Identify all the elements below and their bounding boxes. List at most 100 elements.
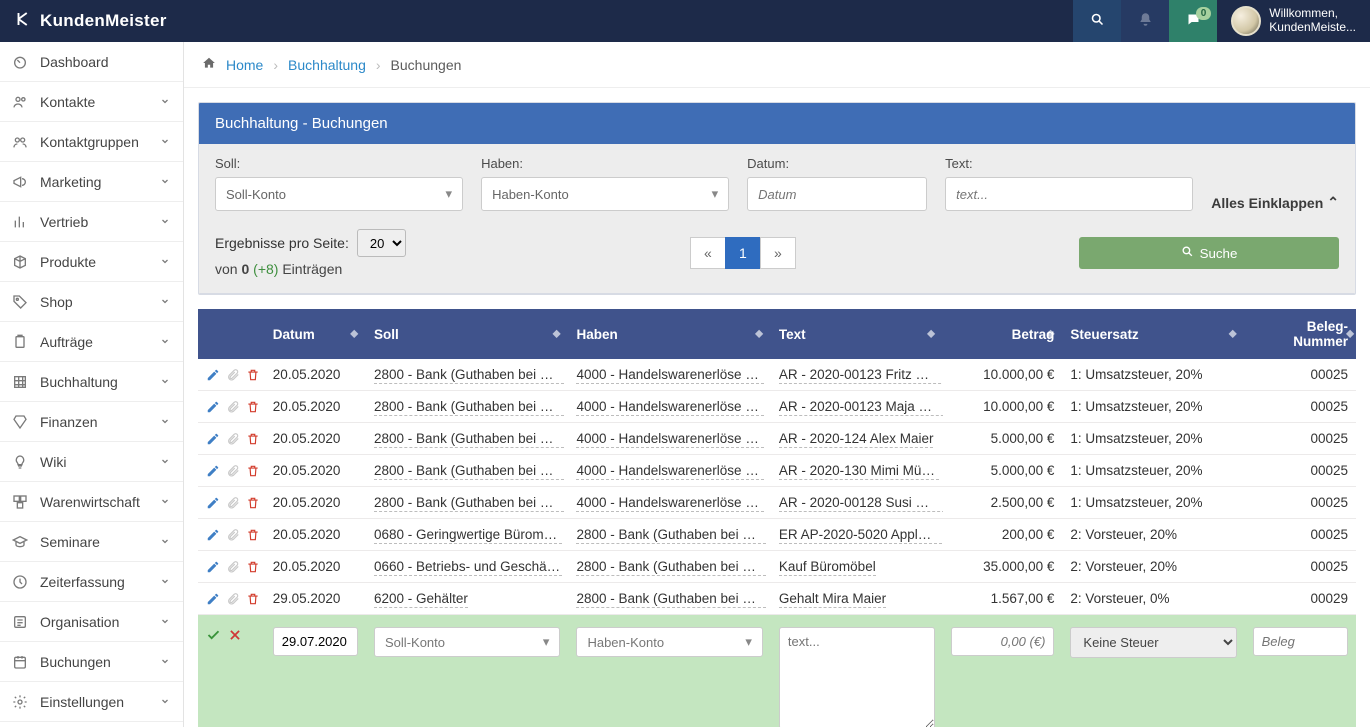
chevron-down-icon <box>159 334 171 350</box>
datum-input[interactable] <box>747 177 927 211</box>
sidebar-item-marketing[interactable]: Marketing <box>0 162 183 202</box>
col-datum[interactable]: Datum◆ <box>265 309 366 359</box>
sidebar-item-label: Aufträge <box>40 334 149 350</box>
sidebar-item-organisation[interactable]: Organisation <box>0 602 183 642</box>
perpage-select[interactable]: 20 <box>357 229 406 257</box>
edit-row-button[interactable] <box>206 495 220 510</box>
sidebar-item-kontakte[interactable]: Kontakte <box>0 82 183 122</box>
edit-haben-select[interactable]: Haben-Konto▾ <box>576 627 762 657</box>
sidebar-item-zeiterfassung[interactable]: Zeiterfassung <box>0 562 183 602</box>
messages-button[interactable]: 0 <box>1169 0 1217 42</box>
attach-row-button[interactable] <box>226 367 240 382</box>
edit-date-input[interactable] <box>273 627 358 656</box>
delete-row-button[interactable] <box>246 559 260 574</box>
edit-row-button[interactable] <box>206 559 220 574</box>
col-haben[interactable]: Haben◆ <box>568 309 770 359</box>
sidebar-item-label: Warenwirtschaft <box>40 494 149 510</box>
col-steuersatz[interactable]: Steuersatz◆ <box>1062 309 1244 359</box>
sidebar-item-kontaktgruppen[interactable]: Kontaktgruppen <box>0 122 183 162</box>
attach-row-button[interactable] <box>226 559 240 574</box>
sidebar-item-vertrieb[interactable]: Vertrieb <box>0 202 183 242</box>
sidebar-item-finanzen[interactable]: Finanzen <box>0 402 183 442</box>
cell-steuersatz: 2: Vorsteuer, 20% <box>1062 519 1244 551</box>
text-input[interactable] <box>945 177 1193 211</box>
delete-row-button[interactable] <box>246 527 260 542</box>
search-button[interactable]: Suche <box>1079 237 1339 269</box>
attach-row-button[interactable] <box>226 463 240 478</box>
diamond-icon <box>12 414 30 430</box>
sidebar-item-einstellungen[interactable]: Einstellungen <box>0 682 183 722</box>
col-text[interactable]: Text◆ <box>771 309 943 359</box>
cell-betrag: 1.567,00 € <box>943 583 1062 615</box>
delete-row-button[interactable] <box>246 591 260 606</box>
haben-select[interactable]: Haben-Konto ▾ <box>481 177 729 211</box>
avatar[interactable] <box>1231 6 1261 36</box>
cell-haben: 4000 - Handelswarenerlöse 2... <box>568 359 770 391</box>
sidebar-item-buchhaltung[interactable]: Buchhaltung <box>0 362 183 402</box>
edit-soll-select[interactable]: Soll-Konto▾ <box>374 627 560 657</box>
cancel-button[interactable] <box>227 627 242 642</box>
delete-row-button[interactable] <box>246 495 260 510</box>
delete-row-button[interactable] <box>246 431 260 446</box>
confirm-button[interactable] <box>206 627 221 642</box>
sidebar-item-warenwirtschaft[interactable]: Warenwirtschaft <box>0 482 183 522</box>
attach-row-button[interactable] <box>226 431 240 446</box>
crumb-home[interactable]: Home <box>226 57 263 73</box>
crumb-section[interactable]: Buchhaltung <box>288 57 366 73</box>
chevron-down-icon <box>159 614 171 630</box>
sidebar-item-produkte[interactable]: Produkte <box>0 242 183 282</box>
table-row: 20.05.20200680 - Geringwertige Büroma...… <box>198 519 1356 551</box>
pager-prev[interactable]: « <box>690 237 726 269</box>
sidebar-item-seminare[interactable]: Seminare <box>0 522 183 562</box>
calendar-icon <box>12 654 30 670</box>
delete-row-button[interactable] <box>246 463 260 478</box>
edit-row-button[interactable] <box>206 463 220 478</box>
attach-row-button[interactable] <box>226 495 240 510</box>
cell-beleg: 00025 <box>1245 359 1356 391</box>
edit-row-button[interactable] <box>206 367 220 382</box>
edit-text-textarea[interactable] <box>779 627 935 727</box>
notifications-button[interactable] <box>1121 0 1169 42</box>
sidebar-item-dashboard[interactable]: Dashboard <box>0 42 183 82</box>
delete-row-button[interactable] <box>246 399 260 414</box>
cell-datum: 20.05.2020 <box>265 391 366 423</box>
haben-label: Haben: <box>481 156 729 171</box>
breadcrumb: Home › Buchhaltung › Buchungen <box>184 42 1370 88</box>
sort-icon: ◆ <box>927 329 935 340</box>
cell-steuersatz: 2: Vorsteuer, 0% <box>1062 583 1244 615</box>
col-betrag[interactable]: Betrag◆ <box>943 309 1062 359</box>
sidebar-item-buchungen[interactable]: Buchungen <box>0 642 183 682</box>
chevron-right-icon: › <box>273 57 278 73</box>
collapse-all-toggle[interactable]: Alles Einklappen ⌃ <box>1211 192 1339 211</box>
pager-page-1[interactable]: 1 <box>725 237 761 269</box>
attach-row-button[interactable] <box>226 527 240 542</box>
brand-logo-icon <box>14 10 32 33</box>
sidebar-item-wiki[interactable]: Wiki <box>0 442 183 482</box>
soll-select[interactable]: Soll-Konto ▾ <box>215 177 463 211</box>
attach-row-button[interactable] <box>226 591 240 606</box>
brand[interactable]: KundenMeister <box>0 10 181 33</box>
sidebar-item-aufträge[interactable]: Aufträge <box>0 322 183 362</box>
sidebar-item-label: Buchhaltung <box>40 374 149 390</box>
edit-row-button[interactable] <box>206 431 220 446</box>
cell-beleg: 00025 <box>1245 455 1356 487</box>
edit-row-button[interactable] <box>206 399 220 414</box>
edit-amount-input[interactable] <box>951 627 1054 656</box>
clipboard-icon <box>12 334 30 350</box>
chevron-down-icon <box>159 494 171 510</box>
col-beleg[interactable]: Beleg-Nummer◆ <box>1245 309 1356 359</box>
cell-beleg: 00025 <box>1245 487 1356 519</box>
cell-text: AR - 2020-00123 Maja Bee... <box>771 391 943 423</box>
edit-row-button[interactable] <box>206 591 220 606</box>
graduation-icon <box>12 534 30 550</box>
global-search-button[interactable] <box>1073 0 1121 42</box>
edit-tax-select[interactable]: Keine Steuer <box>1070 627 1236 658</box>
delete-row-button[interactable] <box>246 367 260 382</box>
attach-row-button[interactable] <box>226 399 240 414</box>
edit-beleg-input[interactable] <box>1253 627 1348 656</box>
edit-row-button[interactable] <box>206 527 220 542</box>
sidebar-item-shop[interactable]: Shop <box>0 282 183 322</box>
col-soll[interactable]: Soll◆ <box>366 309 568 359</box>
pager-next[interactable]: » <box>760 237 796 269</box>
cell-beleg: 00025 <box>1245 551 1356 583</box>
